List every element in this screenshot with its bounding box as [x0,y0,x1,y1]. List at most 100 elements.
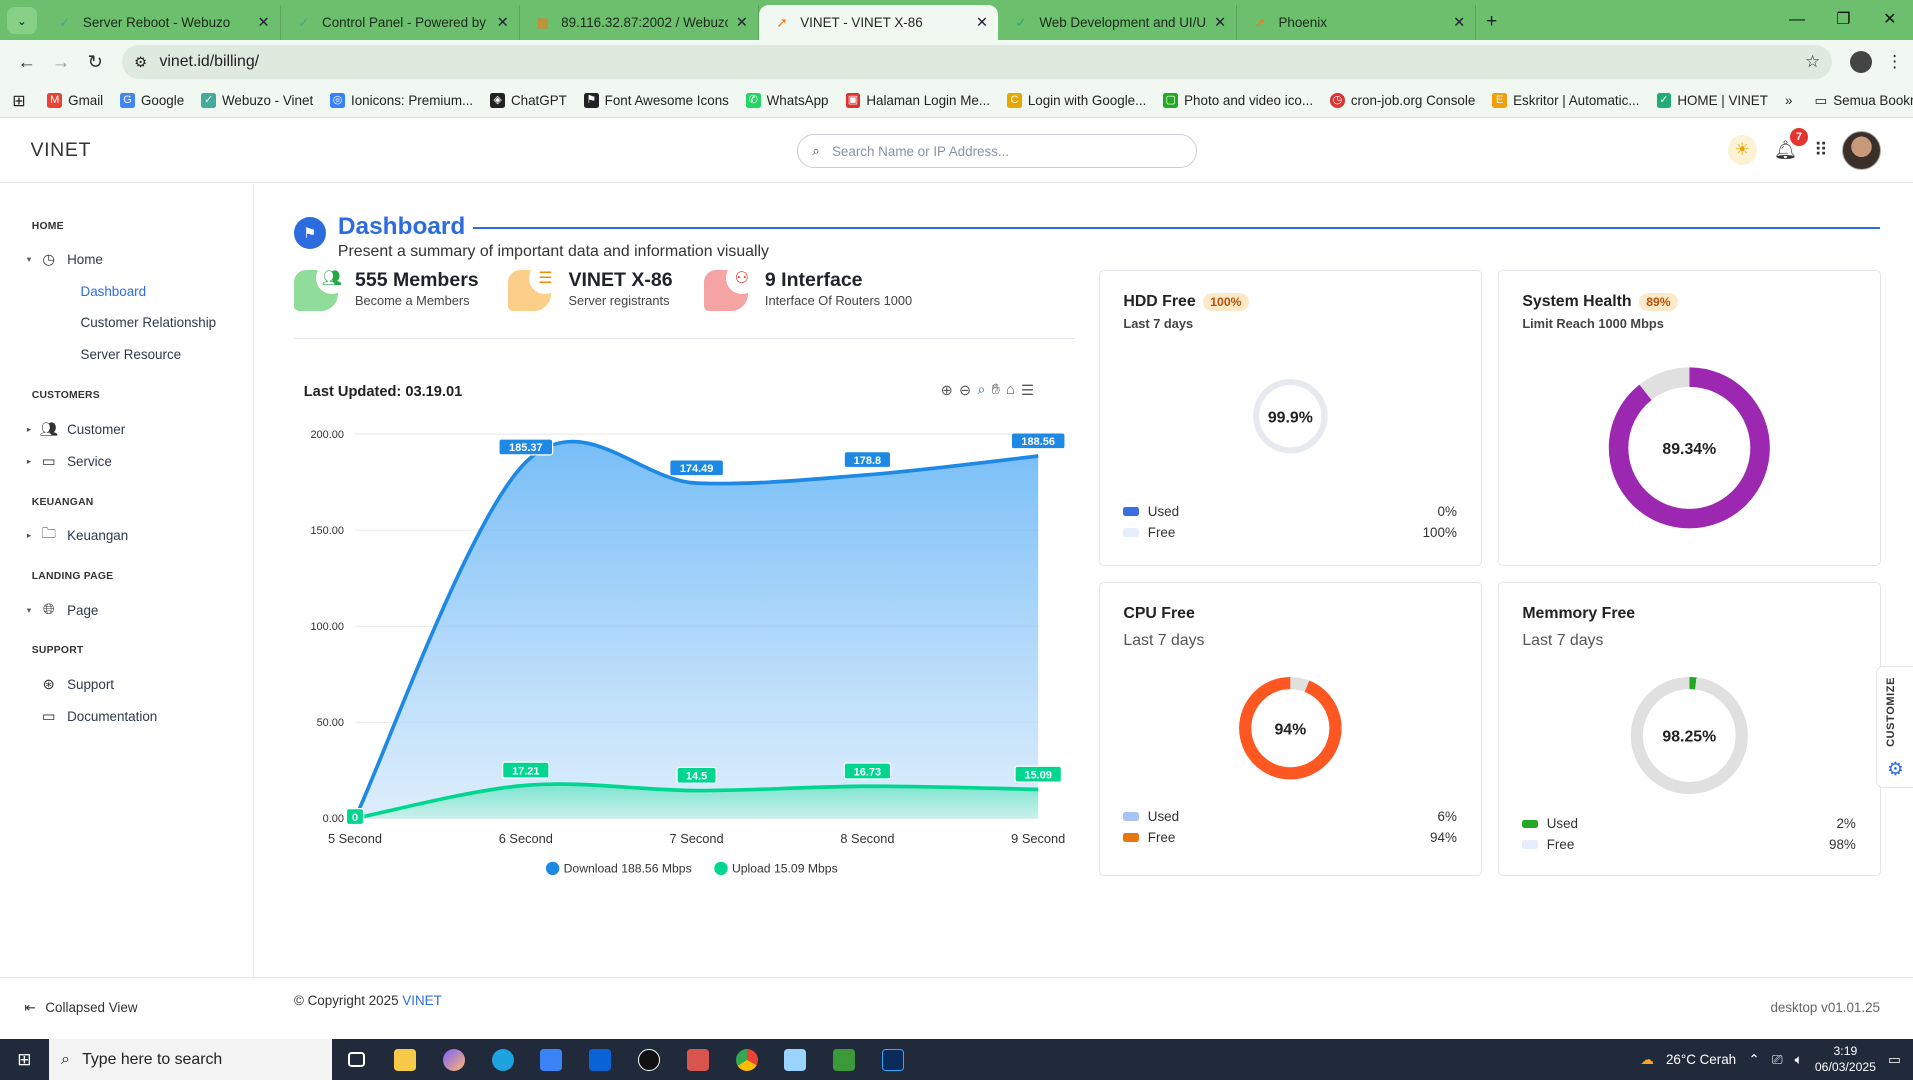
tab-search-button[interactable]: ⌄ [7,7,37,35]
avatar[interactable] [1842,130,1882,170]
tiktok-icon[interactable] [625,1039,674,1079]
bookmark-gmail[interactable]: M Gmail [47,93,103,108]
theme-toggle-icon[interactable]: ☀ [1727,135,1757,165]
network-icon[interactable]: ⎚ [1772,1052,1783,1068]
close-tab-icon[interactable]: ✕ [976,14,988,31]
bookmark-cron-job[interactable]: ◷ cron-job.org Console [1330,93,1475,108]
card-system-health: System Health 89% Limit Reach 1000 Mbps 8… [1498,269,1882,567]
data-label: 188.56 [1010,432,1066,450]
donut-center-value: 94% [1275,721,1307,738]
browser-tab[interactable]: ✓ Server Reboot - Webuzo ✕ [41,4,281,41]
store-icon[interactable] [527,1039,576,1079]
back-icon[interactable]: ← [10,51,44,73]
apps-grid-icon[interactable]: ⊞ [12,91,25,111]
profile-icon[interactable] [1849,51,1872,74]
tray-chevron-icon[interactable]: ⌃ [1748,1052,1759,1068]
chrome-icon[interactable] [722,1039,771,1079]
zoom-out-icon[interactable]: ⊖ [959,382,971,399]
volume-icon[interactable]: 🔈︎ [1795,1052,1803,1068]
close-tab-icon[interactable]: ✕ [258,14,270,31]
file-explorer-icon[interactable] [381,1039,430,1079]
customize-panel-toggle[interactable]: CUSTOMIZE ⚙ [1876,666,1913,789]
reload-icon[interactable]: ↻ [78,51,112,73]
sidebar-item-service[interactable]: ▸ ▭ Service [27,445,253,477]
close-tab-icon[interactable]: ✕ [1214,14,1226,31]
sidebar-section-support: SUPPORT [31,645,84,657]
sidebar-item-customer-relationship[interactable]: Customer Relationship [32,307,253,339]
legend-item[interactable]: Download 188.56 Mbps [545,862,692,876]
legend-item[interactable]: Upload 15.09 Mbps [714,862,838,876]
chart-menu-icon[interactable]: ☰ [1021,382,1034,399]
forward-icon[interactable]: → [44,51,78,73]
menu-icon[interactable]: ⋮ [1886,52,1903,72]
search-input[interactable]: ⌕ Search Name or IP Address... [796,134,1197,169]
bookmark-login-google[interactable]: C Login with Google... [1007,93,1146,108]
site-settings-icon[interactable]: ⚙ [134,54,147,71]
edge-icon[interactable] [478,1039,527,1079]
svg-text:185.37: 185.37 [509,442,543,454]
bookmark-star-icon[interactable]: ☆ [1805,52,1820,72]
reset-home-icon[interactable]: ⌂ [1006,382,1015,399]
address-bar[interactable]: ⚙ vinet.id/billing/ ☆ [121,45,1833,80]
restore-icon[interactable]: ❐ [1820,0,1866,40]
browser-tab[interactable]: ▦89.116.32.87:2002 / Webuzo Si✕ [520,4,759,41]
title-divider [473,226,1880,230]
close-tab-icon[interactable]: ✕ [1453,14,1465,31]
app-icon[interactable] [673,1039,722,1079]
sidebar-item-dashboard[interactable]: Dashboard [32,276,253,308]
sidebar-item-server-resource[interactable]: Server Resource [32,339,253,371]
zoom-select-icon[interactable]: ⌕ [977,382,985,399]
clock[interactable]: 3:19 06/03/2025 [1815,1044,1876,1076]
donut-center-value: 99.9% [1268,409,1313,426]
sidebar-item-customer[interactable]: ▸ 👥︎ Customer [27,414,253,446]
spreadsheet-icon[interactable] [820,1039,869,1079]
bookmark-chatgpt[interactable]: ◈ ChatGPT [490,93,567,108]
chevron-right-icon: ▸ [26,530,32,541]
bookmark-halaman-login[interactable]: ▣ Halaman Login Me... [845,93,990,108]
close-window-icon[interactable]: ✕ [1867,0,1913,40]
minimize-icon[interactable]: — [1774,0,1820,40]
bookmark-whatsapp[interactable]: ✆ WhatsApp [745,93,829,108]
photoshop-icon[interactable] [869,1039,918,1079]
outlook-icon[interactable] [576,1039,625,1079]
more-bookmarks-icon[interactable]: » [1785,93,1792,108]
zoom-in-icon[interactable]: ⊕ [941,382,953,399]
bookmark-webuzo[interactable]: ✓ Webuzo - Vinet [201,93,313,108]
data-label: 178.8 [843,451,892,469]
task-view-icon[interactable] [332,1039,381,1079]
bookmark-home-vinet[interactable]: ✓ HOME | VINET [1656,93,1768,108]
footer: ⇤ Collapsed View © Copyright 2025 VINET d… [0,977,1913,1039]
apps-grid-icon[interactable]: ⠿ [1814,139,1827,161]
browser-tab[interactable]: ✓Control Panel - Powered by Webuzo✕ [281,4,520,41]
footer-brand-link[interactable]: VINET [402,993,441,1008]
brand-logo[interactable]: VINET [31,139,92,162]
new-tab-icon[interactable]: + [1486,10,1497,33]
notepad-icon[interactable] [771,1039,820,1079]
browser-tab-active[interactable]: ➚ VINET - VINET X-86 ✕ [758,4,998,41]
taskbar-search-input[interactable]: ⌕ Type here to search [48,1039,332,1080]
all-bookmarks-button[interactable]: Semua Bookmark [1833,93,1913,108]
health-donut: 89.34% [1608,366,1770,529]
sidebar-item-documentation[interactable]: ▭ Documentation [32,700,253,732]
sidebar-item-keuangan[interactable]: ▸ 🗀 Keuangan [27,520,253,552]
notification-center-icon[interactable]: ▭ [1888,1052,1901,1068]
copilot-icon[interactable] [429,1039,478,1079]
collapsed-view-button[interactable]: ⇤ Collapsed View [24,1000,137,1016]
bookmark-fontawesome[interactable]: ⚑ Font Awesome Icons [583,93,729,108]
notification-bell-icon[interactable]: 🔔︎ 7 [1774,128,1809,161]
close-tab-icon[interactable]: ✕ [736,14,748,31]
bookmark-photo-video[interactable]: ▢ Photo and video ico... [1163,93,1313,108]
sidebar-item-support[interactable]: ⊛ Support [32,669,253,701]
legend-swatch-used [1123,812,1140,821]
browser-tab[interactable]: ➚ Phoenix ✕ [1237,4,1477,41]
browser-tab[interactable]: ✓Web Development and UI/UX d✕ [998,4,1237,41]
bookmark-google[interactable]: G Google [120,93,184,108]
sidebar-item-page[interactable]: ▾ 🌐︎ Page [27,594,253,626]
weather-text[interactable]: 26°C Cerah [1666,1052,1736,1067]
bookmark-ionicons[interactable]: ◎ Ionicons: Premium... [330,93,473,108]
bookmark-eskritor[interactable]: E Eskritor | Automatic... [1492,93,1640,108]
sidebar-item-home[interactable]: ▾ ◷ Home [27,244,253,276]
pan-hand-icon[interactable]: ✋︎ [992,382,1000,399]
close-tab-icon[interactable]: ✕ [497,14,509,31]
windows-start-icon[interactable]: ⊞ [0,1050,49,1070]
